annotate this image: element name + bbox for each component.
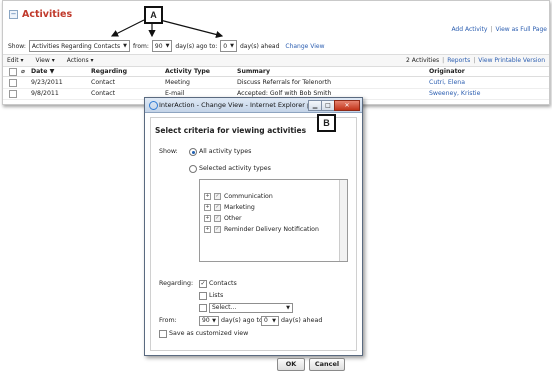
- dialog-titlebar[interactable]: InterAction - Change View - Internet Exp…: [145, 98, 362, 113]
- save-view-label: Save as customized view: [169, 330, 249, 337]
- row-checkbox[interactable]: [9, 79, 17, 87]
- tree-item-other[interactable]: + ✓ Other: [204, 215, 242, 222]
- callout-a: A: [144, 6, 163, 24]
- ok-button[interactable]: OK: [277, 358, 305, 371]
- tree-item-marketing[interactable]: + ✓ Marketing: [204, 204, 255, 211]
- save-view-checkbox[interactable]: [159, 330, 167, 338]
- select-all-checkbox[interactable]: [9, 68, 17, 76]
- activity-types-tree: + ✓ Communication + ✓ Marketing + ✓ Other + ✓ Re…: [199, 179, 348, 262]
- col-activity-type[interactable]: Activity Type: [165, 68, 210, 75]
- chevron-down-icon: ▼: [286, 305, 290, 311]
- all-types-label: All activity types: [199, 148, 252, 155]
- callout-b: B: [317, 114, 336, 132]
- chevron-down-icon: ▼: [272, 318, 276, 324]
- minimize-button[interactable]: ▁: [308, 100, 322, 111]
- expand-icon: +: [204, 193, 211, 200]
- row-regarding: Contact: [91, 90, 116, 97]
- contacts-label: Contacts: [209, 280, 237, 287]
- col-summary[interactable]: Summary: [237, 68, 270, 75]
- row-summary: Accepted: Golf with Bob Smith: [237, 90, 332, 97]
- dialog-title: InterAction - Change View - Internet Exp…: [159, 101, 320, 109]
- expand-icon: +: [204, 226, 211, 233]
- grid-header: ⌀ Date ▼ Regarding Activity Type Summary…: [3, 67, 549, 77]
- row-checkbox[interactable]: [9, 90, 17, 98]
- contacts-checkbox[interactable]: ✓: [199, 280, 207, 288]
- row-regarding: Contact: [91, 79, 116, 86]
- arrow-to-to-select: [159, 19, 224, 38]
- select-checkbox[interactable]: [199, 304, 207, 312]
- row-type: Meeting: [165, 79, 190, 86]
- close-button[interactable]: ✕: [334, 100, 360, 111]
- from-days-select[interactable]: 90 ▼: [199, 316, 219, 326]
- all-types-radio[interactable]: [189, 148, 197, 156]
- regarding-select-value: Select...: [212, 304, 237, 311]
- selected-types-label: Selected activity types: [199, 165, 271, 172]
- attachment-icon: ⌀: [21, 68, 25, 75]
- to-days-select[interactable]: 0 ▼: [261, 316, 279, 326]
- days-ago-to-label: day(s) ago to: [221, 317, 263, 324]
- row-date: 9/8/2011: [31, 90, 59, 97]
- internet-explorer-icon: [149, 101, 158, 110]
- tree-item-reminder[interactable]: + ✓ Reminder Delivery Notification: [204, 226, 319, 233]
- lists-checkbox[interactable]: [199, 292, 207, 300]
- regarding-select[interactable]: Select... ▼: [209, 303, 293, 313]
- expand-icon: +: [204, 215, 211, 222]
- row-type: E-mail: [165, 90, 185, 97]
- tree-checkbox: ✓: [214, 215, 221, 222]
- tree-checkbox: ✓: [214, 193, 221, 200]
- tree-checkbox: ✓: [214, 226, 221, 233]
- selected-types-radio[interactable]: [189, 165, 197, 173]
- tree-scrollbar[interactable]: [339, 180, 347, 261]
- change-view-dialog: InterAction - Change View - Internet Exp…: [144, 97, 363, 371]
- cancel-button[interactable]: Cancel: [309, 358, 345, 371]
- row-originator[interactable]: Sweeney, Kristie: [429, 90, 480, 97]
- row-summary: Discuss Referrals for Telenorth: [237, 79, 332, 86]
- row-date: 9/23/2011: [31, 79, 63, 86]
- col-originator[interactable]: Originator: [429, 68, 465, 75]
- chevron-down-icon: ▼: [212, 318, 216, 324]
- from-label: From:: [159, 317, 177, 324]
- callout-arrows: [110, 19, 224, 38]
- dialog-body: Select criteria for viewing activities S…: [150, 117, 357, 371]
- maximize-button[interactable]: □: [321, 100, 335, 111]
- dialog-heading: Select criteria for viewing activities: [155, 126, 307, 135]
- col-date[interactable]: Date ▼: [31, 68, 54, 75]
- table-row[interactable]: 9/23/2011 Contact Meeting Discuss Referr…: [3, 78, 549, 89]
- regarding-label: Regarding:: [159, 280, 194, 287]
- row-originator[interactable]: Cutri, Elena: [429, 79, 465, 86]
- expand-icon: +: [204, 204, 211, 211]
- col-regarding[interactable]: Regarding: [91, 68, 127, 75]
- arrow-to-show-select: [110, 19, 145, 37]
- days-ahead-label: day(s) ahead: [281, 317, 323, 324]
- show-label: Show:: [159, 148, 178, 155]
- tree-checkbox: ✓: [214, 204, 221, 211]
- lists-label: Lists: [209, 292, 224, 299]
- tree-item-communication[interactable]: + ✓ Communication: [204, 193, 273, 200]
